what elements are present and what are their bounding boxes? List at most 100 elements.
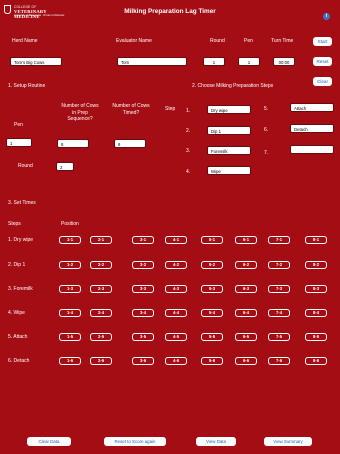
step-field-2[interactable]: Dip 1 [207,126,251,135]
position-time-button[interactable]: 1-2 [59,261,81,269]
step-number: 4. [186,169,191,175]
page-title: Milking Preparation Lag Timer [124,8,216,15]
step-number: 1. [186,108,191,114]
position-time-button[interactable]: 5-3 [201,285,223,293]
turn-time-field[interactable]: 00:00 [273,57,295,66]
setup-round-label: Round [18,163,33,169]
view-summary-button[interactable]: View Summary [264,437,312,446]
herd-name-field[interactable]: Tom's Big Cows [10,57,62,66]
step-field-7[interactable] [290,145,334,154]
position-time-button[interactable]: 8-1 [305,236,327,244]
step-column-label: Step [165,106,176,112]
view-data-button[interactable]: View Data [196,437,236,446]
position-time-button[interactable]: 7-3 [268,285,290,293]
reset-to-score-button[interactable]: Reset to Score again [104,437,166,446]
position-time-button[interactable]: 2-3 [90,285,112,293]
evaluator-name-label: Evaluator Name [116,38,152,44]
position-time-button[interactable]: 3-3 [132,285,154,293]
position-time-button[interactable]: 4-1 [165,236,187,244]
step-field-5[interactable]: Attach [290,103,334,112]
step-number: 2. [186,128,191,134]
position-time-button[interactable]: 2-4 [90,309,112,317]
position-time-button[interactable]: 3-6 [132,357,154,365]
step-row-label: 4. Wipe [8,310,25,316]
start-button[interactable]: Start [313,37,332,46]
position-time-button[interactable]: 1-4 [59,309,81,317]
position-time-button[interactable]: 4-6 [165,357,187,365]
clear-button[interactable]: Clear [313,77,332,86]
position-time-button[interactable]: 8-4 [305,309,327,317]
step-number: 7. [264,150,269,156]
evaluator-name-field[interactable]: Tom [117,57,187,66]
position-time-button[interactable]: 7-4 [268,309,290,317]
position-time-button[interactable]: 7-6 [268,357,290,365]
pen-label: Pen [244,38,253,44]
clear-data-button[interactable]: Clear Data [27,437,71,446]
position-time-button[interactable]: 8-2 [305,261,327,269]
prep-sequence-field[interactable]: 8 [57,139,89,148]
position-time-button[interactable]: 2-2 [90,261,112,269]
position-time-button[interactable]: 1-3 [59,285,81,293]
position-time-button[interactable]: 8-5 [305,333,327,341]
position-time-button[interactable]: 5-2 [201,261,223,269]
cows-timed-label: Number of Cows Timed? [112,103,150,116]
step-row-label: 6. Detach [8,358,30,364]
position-time-button[interactable]: 4-4 [165,309,187,317]
herd-name-label: Herd Name [12,38,38,44]
step-field-6[interactable]: Detach [290,124,334,133]
position-time-button[interactable]: 4-5 [165,333,187,341]
round-label: Round [210,38,225,44]
turn-time-label: Turn Time [271,38,294,44]
position-time-button[interactable]: 7-1 [268,236,290,244]
round-field[interactable]: 1 [203,57,225,66]
position-time-button[interactable]: 7-5 [268,333,290,341]
position-time-button[interactable]: 1-6 [59,357,81,365]
step-number: 6. [264,127,269,133]
step-number: 5. [264,106,269,112]
setup-pen-label: Pen [14,122,23,128]
position-time-button[interactable]: 3-1 [132,236,154,244]
position-time-button[interactable]: 8-6 [305,357,327,365]
position-time-button[interactable]: 5-4 [201,309,223,317]
position-column-header: Position [61,221,79,227]
position-time-button[interactable]: 7-2 [268,261,290,269]
position-time-button[interactable]: 6-3 [235,285,257,293]
step-field-3[interactable]: Foremilk [207,146,251,155]
pen-field[interactable]: 1 [238,57,260,66]
info-icon[interactable]: i [323,13,330,20]
setup-routine-heading: 1. Setup Routine [8,83,46,89]
position-time-button[interactable]: 6-1 [235,236,257,244]
position-time-button[interactable]: 1-1 [59,236,81,244]
position-time-button[interactable]: 3-4 [132,309,154,317]
choose-steps-heading: 2. Choose Milking Preparation Steps [192,83,274,89]
position-time-button[interactable]: 3-2 [132,261,154,269]
position-time-button[interactable]: 4-3 [165,285,187,293]
position-time-button[interactable]: 1-5 [59,333,81,341]
step-row-label: 3. Foremilk [8,286,33,292]
position-time-button[interactable]: 5-6 [201,357,223,365]
set-times-heading: 3. Set Times [8,200,36,206]
step-field-1[interactable]: Dry wipe [207,105,251,114]
position-time-button[interactable]: 2-1 [90,236,112,244]
position-time-button[interactable]: 6-6 [235,357,257,365]
steps-column-header: Steps [8,221,21,227]
position-time-button[interactable]: 2-6 [90,357,112,365]
step-row-label: 1. Dry wipe [8,237,34,243]
setup-pen-field[interactable]: 1 [6,138,32,147]
position-time-button[interactable]: 6-5 [235,333,257,341]
position-time-button[interactable]: 2-5 [90,333,112,341]
position-time-button[interactable]: 5-5 [201,333,223,341]
step-row-label: 2. Dip 1 [8,262,26,268]
step-row-label: 5. Attach [8,334,28,340]
position-time-button[interactable]: 6-4 [235,309,257,317]
cows-timed-field[interactable]: 8 [114,139,146,148]
step-field-4[interactable]: Wipe [207,166,251,175]
step-number: 3. [186,148,191,154]
position-time-button[interactable]: 5-1 [201,236,223,244]
position-time-button[interactable]: 6-2 [235,261,257,269]
setup-round-field[interactable]: 2 [56,162,74,171]
position-time-button[interactable]: 3-5 [132,333,154,341]
reset-button[interactable]: Reset [313,57,332,66]
position-time-button[interactable]: 4-2 [165,261,187,269]
position-time-button[interactable]: 8-3 [305,285,327,293]
